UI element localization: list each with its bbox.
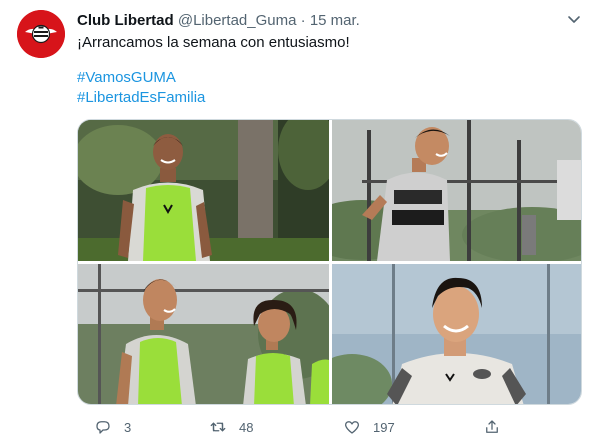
more-options-button[interactable] xyxy=(564,9,584,29)
avatar[interactable] xyxy=(17,10,65,58)
reply-icon xyxy=(96,421,110,434)
two-players-green-bibs-photo xyxy=(78,264,329,404)
reply-button[interactable]: 3 xyxy=(94,415,131,439)
club-crest-icon xyxy=(17,10,65,58)
media-photo[interactable] xyxy=(78,120,329,261)
share-button[interactable] xyxy=(483,415,501,439)
share-icon xyxy=(486,420,498,433)
hashtag-link[interactable]: #VamosGUMA xyxy=(77,68,176,88)
tweet-text: ¡Arrancamos la semana con entusiasmo! xyxy=(77,34,350,51)
tweet-header: Club Libertad @Libertad_Guma · 15 mar. xyxy=(77,11,360,31)
retweet-count: 48 xyxy=(239,419,254,435)
media-photo[interactable] xyxy=(332,120,581,261)
like-button[interactable]: 197 xyxy=(343,415,395,439)
tweet-date[interactable]: 15 mar. xyxy=(310,12,360,29)
retweet-icon xyxy=(210,422,226,432)
like-count: 197 xyxy=(373,419,395,435)
hashtag-link[interactable]: #LibertadEsFamilia xyxy=(77,88,205,108)
chevron-down-icon xyxy=(568,16,580,23)
tweet[interactable]: Club Libertad @Libertad_Guma · 15 mar. ¡… xyxy=(0,0,592,442)
retweet-button[interactable]: 48 xyxy=(209,415,253,439)
account-name[interactable]: Club Libertad xyxy=(77,12,174,29)
media-photo[interactable] xyxy=(332,264,581,404)
separator: · xyxy=(300,12,306,29)
player-green-bib-smiling-photo xyxy=(78,120,329,261)
reply-count: 3 xyxy=(124,419,132,435)
media-grid xyxy=(77,119,582,405)
player-black-vest-running-photo xyxy=(332,120,581,261)
player-white-shirt-smiling-photo xyxy=(332,264,581,404)
tweet-actions: 3 48 197 xyxy=(77,415,582,439)
heart-icon xyxy=(344,421,360,434)
account-handle[interactable]: @Libertad_Guma xyxy=(178,12,297,29)
media-photo[interactable] xyxy=(78,264,329,404)
